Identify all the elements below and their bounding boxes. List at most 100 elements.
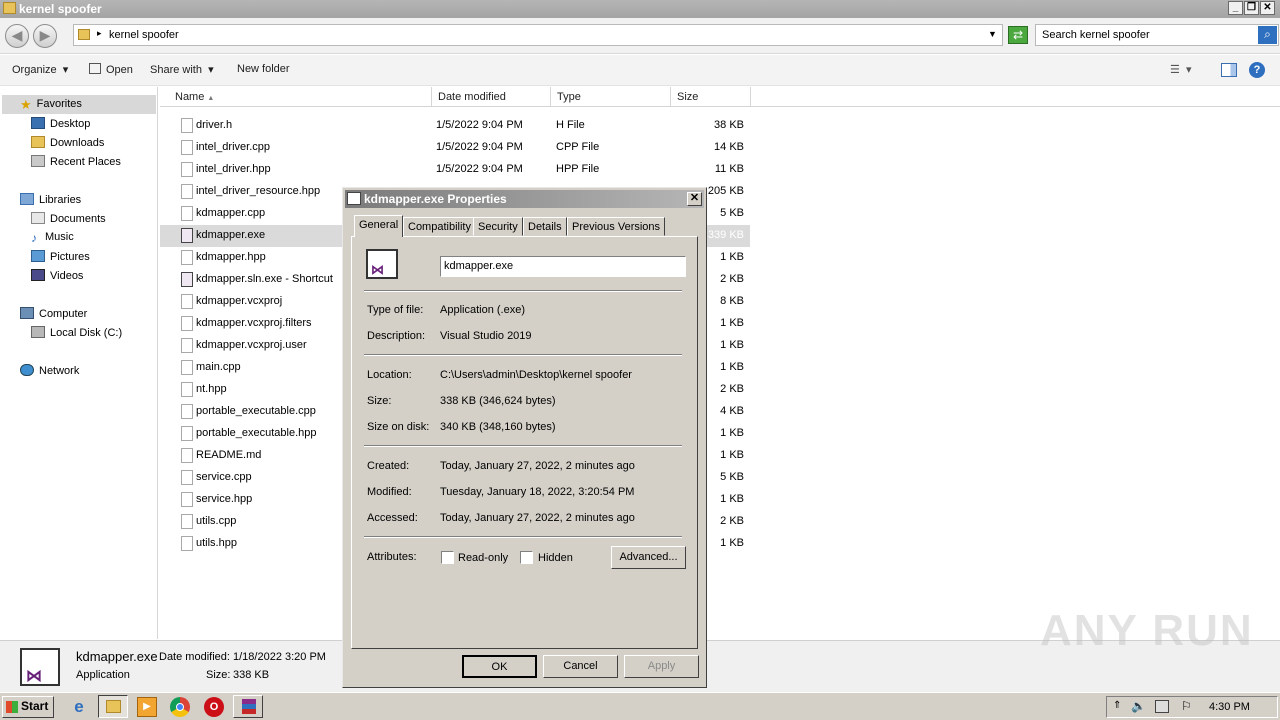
file-row[interactable]: intel_driver.cpp 1/5/2022 9:04 PM CPP File…	[160, 137, 750, 159]
nav-libraries[interactable]: Libraries	[20, 193, 81, 206]
tab-general[interactable]: General	[354, 215, 404, 237]
search-icon[interactable]: ⌕	[1258, 26, 1277, 44]
start-button[interactable]: Start	[2, 696, 54, 718]
file-icon	[181, 338, 193, 353]
apply-button[interactable]: Apply	[624, 655, 699, 678]
file-row[interactable]: intel_driver.hpp 1/5/2022 9:04 PM HPP File…	[160, 159, 750, 181]
hidden-checkbox[interactable]	[520, 551, 533, 564]
advanced-button[interactable]: Advanced...	[611, 546, 686, 569]
nav-libraries-label: Libraries	[39, 194, 82, 206]
column-type[interactable]: Type	[551, 87, 671, 107]
volume-icon[interactable]: 🔈	[1131, 699, 1146, 713]
tab-compatibility[interactable]: Compatibility	[403, 217, 476, 236]
organize-button[interactable]: Organize ▾	[12, 63, 68, 76]
readonly-checkbox[interactable]	[441, 551, 454, 564]
file-name: driver.h	[196, 119, 233, 131]
column-name[interactable]: Name ▲	[169, 87, 432, 107]
flag-icon[interactable]: ⚐	[1181, 699, 1192, 713]
forward-button[interactable]: ▶	[33, 24, 57, 48]
minimize-button[interactable]: _	[1228, 1, 1243, 15]
filename-input[interactable]: kdmapper.exe	[440, 256, 686, 277]
desktop-icon	[31, 117, 45, 129]
explorer-taskbar-icon[interactable]	[98, 695, 128, 718]
file-name: kdmapper.hpp	[196, 251, 266, 263]
visual-studio-file-icon	[181, 228, 193, 243]
cancel-button[interactable]: Cancel	[543, 655, 618, 678]
file-size: 1 KB	[720, 449, 744, 461]
nav-pictures[interactable]: Pictures	[31, 250, 90, 263]
search-input[interactable]: Search kernel spoofer ⌕	[1035, 24, 1279, 46]
ie-icon[interactable]: e	[69, 697, 89, 717]
tray-expand-icon[interactable]: ⇑	[1113, 700, 1121, 711]
nav-music[interactable]: ♪ Music	[31, 231, 74, 245]
preview-pane-icon[interactable]	[1221, 63, 1237, 77]
created-label: Created:	[367, 460, 410, 472]
address-folder[interactable]: kernel spoofer	[109, 29, 179, 41]
address-field[interactable]: ▸ kernel spoofer ▼	[73, 24, 1003, 46]
file-size: 4 KB	[720, 405, 744, 417]
tab-security[interactable]: Security	[473, 217, 523, 236]
nav-videos[interactable]: Videos	[31, 269, 83, 282]
nav-local-disk[interactable]: Local Disk (C:)	[31, 326, 122, 339]
created-value: Today, January 27, 2022, 2 minutes ago	[440, 460, 635, 472]
clock[interactable]: 4:30 PM	[1209, 701, 1250, 713]
file-size: 1 KB	[720, 427, 744, 439]
file-icon	[181, 360, 193, 375]
new-folder-button[interactable]: New folder	[237, 63, 290, 75]
window-titlebar: kernel spoofer _ ❐ ✕	[0, 0, 1280, 18]
file-icon	[181, 162, 193, 177]
nav-network-label: Network	[39, 365, 80, 377]
readonly-label[interactable]: Read-only	[458, 552, 508, 564]
nav-pictures-label: Pictures	[50, 251, 90, 263]
view-options-icon[interactable]: ☰ ▾	[1170, 63, 1192, 76]
column-header: Name ▲ Date modified Type Size	[160, 87, 1280, 107]
file-icon	[181, 294, 193, 309]
file-size: 2 KB	[720, 383, 744, 395]
network-tray-icon[interactable]	[1155, 700, 1169, 713]
media-player-icon[interactable]: ▶	[137, 697, 157, 717]
tab-details[interactable]: Details	[523, 217, 567, 236]
ok-button[interactable]: OK	[462, 655, 537, 678]
file-icon	[181, 184, 193, 199]
chrome-icon[interactable]	[170, 697, 190, 717]
file-name: portable_executable.cpp	[196, 405, 316, 417]
share-with-button[interactable]: Share with ▾	[150, 63, 214, 76]
chevron-down-icon[interactable]: ▼	[988, 29, 997, 39]
close-button[interactable]: ✕	[1260, 1, 1275, 15]
winrar-taskbar-icon[interactable]	[233, 695, 263, 718]
shortcut-icon	[181, 272, 193, 287]
maximize-button[interactable]: ❐	[1244, 1, 1259, 15]
file-name: README.md	[196, 449, 262, 461]
column-date[interactable]: Date modified	[432, 87, 551, 107]
open-icon	[89, 63, 101, 74]
file-name: intel_driver.cpp	[196, 141, 270, 153]
back-button[interactable]: ◀	[5, 24, 29, 48]
nav-network[interactable]: Network	[20, 364, 79, 377]
chevron-right-icon[interactable]: ▸	[97, 28, 102, 39]
open-button[interactable]: Open	[89, 63, 133, 76]
nav-favorites[interactable]: ★ Favorites	[20, 97, 82, 112]
help-icon[interactable]: ?	[1249, 62, 1265, 78]
file-size: 1 KB	[720, 493, 744, 505]
description-value: Visual Studio 2019	[440, 330, 532, 342]
file-size: 2 KB	[720, 515, 744, 527]
file-row[interactable]: driver.h 1/5/2022 9:04 PM H File 38 KB	[160, 115, 750, 137]
nav-downloads[interactable]: Downloads	[31, 136, 104, 149]
refresh-button[interactable]: ⇄	[1008, 26, 1028, 44]
address-bar-area: ◀ ▶ ▸ kernel spoofer ▼ ⇄ Search kernel s…	[0, 18, 1280, 54]
nav-computer[interactable]: Computer	[20, 307, 87, 320]
column-size[interactable]: Size	[671, 87, 751, 107]
details-size-value: 338 KB	[233, 669, 270, 681]
file-date: 1/5/2022 9:04 PM	[436, 163, 523, 175]
hidden-label[interactable]: Hidden	[538, 552, 573, 564]
size-label: Size:	[367, 395, 392, 407]
nav-recent-places[interactable]: Recent Places	[31, 155, 121, 168]
tab-previous-versions[interactable]: Previous Versions	[567, 217, 666, 236]
file-size: 1 KB	[720, 537, 744, 549]
dialog-close-button[interactable]: ✕	[687, 192, 702, 206]
nav-desktop[interactable]: Desktop	[31, 117, 90, 130]
opera-icon[interactable]: O	[204, 697, 224, 717]
file-size: 8 KB	[720, 295, 744, 307]
share-with-label: Share with	[150, 64, 202, 76]
nav-documents[interactable]: Documents	[31, 212, 106, 225]
